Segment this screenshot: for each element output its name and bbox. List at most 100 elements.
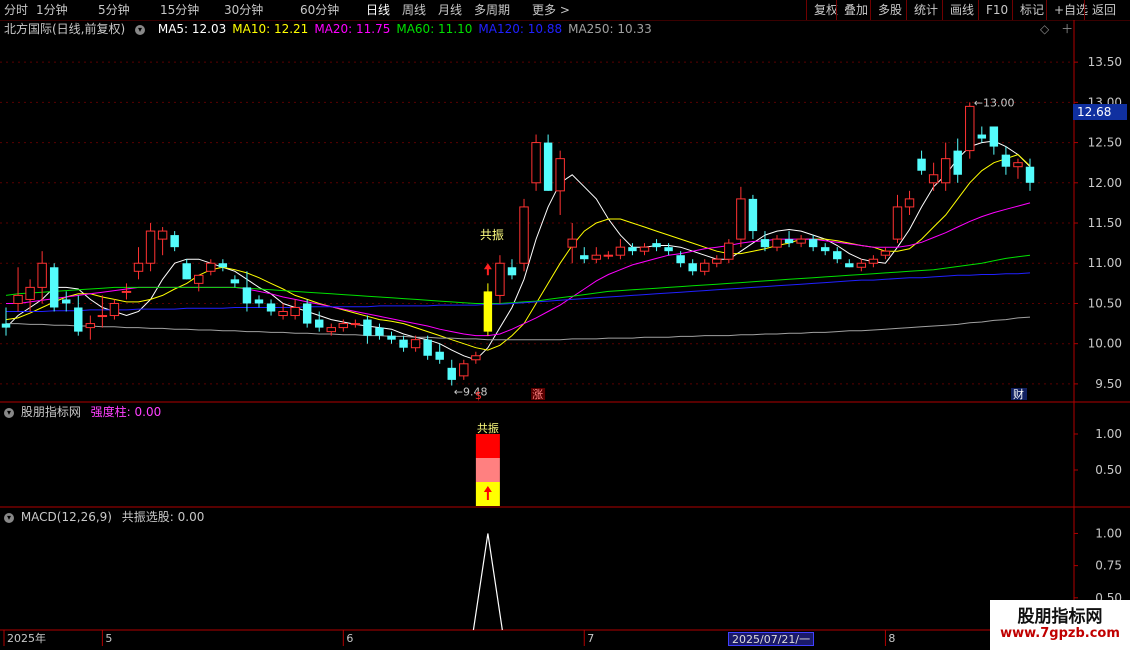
candle-body — [760, 239, 770, 248]
event-marker: 涨 — [532, 388, 543, 401]
candle-body — [290, 306, 300, 317]
candle-body — [965, 105, 975, 152]
candle-body — [904, 198, 915, 208]
candle-body — [856, 262, 867, 268]
candle-body — [37, 262, 47, 288]
candle-body — [74, 307, 83, 332]
candle-body — [423, 339, 432, 356]
event-marker: $ — [475, 389, 482, 402]
candle-body — [363, 319, 372, 336]
y-tick-label: 11.50 — [1088, 216, 1122, 230]
ma-line-ma5 — [5, 140, 1031, 361]
candle-body — [772, 238, 782, 248]
candle-body — [375, 327, 384, 336]
candle-body — [338, 323, 349, 329]
candle-body — [555, 158, 565, 192]
watermark: 股朋指标网 www.7gpzb.com — [990, 600, 1130, 650]
candle-body — [459, 363, 469, 377]
y-tick-label: 10.50 — [1088, 296, 1122, 310]
y-tick-label: 13.50 — [1088, 55, 1122, 69]
candle-body — [1001, 154, 1011, 167]
candle-body — [880, 250, 891, 256]
candle-body — [387, 335, 396, 340]
candle-body — [688, 263, 697, 272]
candle-body — [350, 323, 361, 326]
y-tick-label: 12.00 — [1088, 176, 1122, 190]
candle-body — [531, 142, 541, 184]
candle-body — [868, 258, 879, 264]
candle-body — [664, 247, 673, 252]
candle-body — [808, 239, 818, 248]
time-label: 5 — [105, 632, 112, 645]
y-tick-label: 0.50 — [1095, 463, 1122, 477]
candle-body — [145, 230, 156, 264]
candle-body — [940, 158, 951, 184]
candle-body — [62, 299, 71, 304]
y-tick-label: 11.00 — [1088, 256, 1122, 270]
y-tick-label: 10.00 — [1088, 337, 1122, 351]
candle-body — [315, 319, 324, 328]
candle-body — [182, 263, 191, 280]
candle-body — [977, 134, 987, 139]
y-tick-label: 1.00 — [1095, 526, 1122, 540]
candle-body — [435, 351, 444, 360]
candle-body — [543, 142, 553, 191]
event-marker: 财 — [1013, 387, 1024, 401]
candle-body — [833, 251, 842, 260]
candle-body — [676, 255, 685, 264]
candle-body — [206, 262, 216, 272]
candle-body — [302, 303, 312, 324]
candle-body — [109, 302, 120, 317]
current-price-tag: 12.68 — [1073, 104, 1127, 120]
up-arrow-icon — [483, 263, 492, 276]
cursor-date-tag: 2025/07/21/一 — [728, 632, 815, 646]
strength-bar-segment — [475, 434, 500, 458]
time-label: 6 — [346, 632, 353, 645]
candle-body — [917, 158, 926, 171]
high-price-label: ←13.00 — [974, 96, 1015, 109]
candle-body — [700, 262, 710, 272]
candle-body — [194, 274, 204, 284]
candle-body — [483, 291, 493, 332]
kline-chart[interactable]: 13.5013.0012.5012.0011.5011.0010.5010.00… — [0, 0, 1130, 650]
candle-body — [652, 243, 661, 248]
candle-body — [13, 294, 23, 304]
macd-spike-line — [472, 533, 503, 631]
y-tick-label: 0.75 — [1095, 559, 1122, 573]
candle-body — [567, 238, 577, 248]
candle-body — [591, 254, 602, 260]
candle-body — [49, 267, 59, 308]
candle-body — [170, 235, 179, 248]
candle-body — [254, 299, 264, 304]
candle-body — [784, 239, 794, 244]
indicator-top-text: 共振 — [477, 421, 499, 435]
candle-body — [97, 315, 108, 318]
candle-body — [1013, 162, 1023, 168]
time-label: 8 — [888, 632, 895, 645]
candle-body — [989, 126, 999, 147]
candle-body — [1, 323, 11, 328]
candle-body — [121, 290, 132, 293]
y-tick-label: 12.50 — [1088, 136, 1122, 150]
candle-body — [85, 323, 96, 329]
time-label: 7 — [587, 632, 594, 645]
candle-body — [796, 238, 806, 244]
candle-body — [820, 247, 830, 252]
candle-body — [580, 255, 589, 260]
candle-body — [266, 303, 276, 312]
candle-body — [495, 262, 505, 296]
candle-body — [639, 246, 650, 252]
candle-body — [519, 206, 529, 264]
candle-body — [736, 198, 746, 240]
strength-bar-segment — [475, 458, 500, 482]
candle-body — [25, 286, 35, 300]
candle-body — [507, 267, 517, 276]
candle-body — [953, 150, 962, 175]
candle-body — [471, 355, 481, 361]
candle-body — [845, 263, 854, 268]
candle-body — [157, 230, 168, 240]
ma-line-ma250 — [6, 316, 1031, 341]
candle-body — [218, 263, 228, 268]
candle-body — [892, 206, 903, 240]
ma-line-ma10 — [5, 154, 1031, 351]
